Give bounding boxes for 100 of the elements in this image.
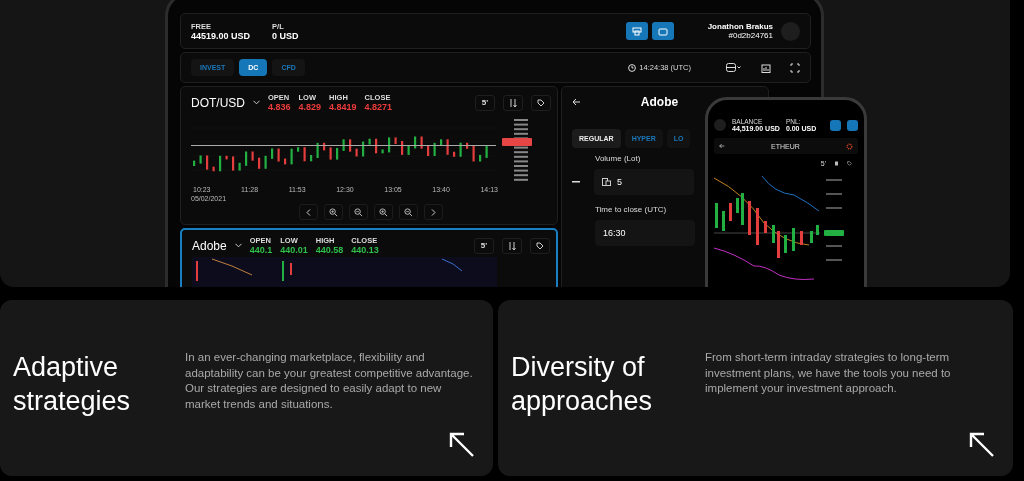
back-arrow-icon[interactable] bbox=[572, 98, 581, 106]
candle bbox=[290, 148, 293, 165]
candle bbox=[772, 225, 775, 243]
scroll-left-button[interactable] bbox=[299, 204, 318, 220]
candle bbox=[297, 147, 300, 152]
sort-icon bbox=[509, 98, 517, 107]
clock-icon bbox=[628, 63, 637, 72]
zoom-in-button[interactable] bbox=[324, 204, 343, 220]
user-name: Jonathon Brakus bbox=[707, 22, 773, 31]
candle bbox=[466, 142, 469, 149]
candle bbox=[453, 151, 456, 157]
wallet-button[interactable] bbox=[651, 22, 674, 40]
caret-icon bbox=[253, 100, 260, 105]
candle bbox=[219, 155, 222, 172]
minus-icon[interactable] bbox=[572, 181, 580, 183]
candle bbox=[459, 142, 462, 157]
zoom-in-button[interactable] bbox=[374, 204, 393, 220]
feature-title: Diversity of approaches bbox=[511, 351, 654, 418]
moving-average-line bbox=[211, 258, 253, 276]
candle bbox=[722, 211, 725, 231]
chevron-right-icon bbox=[431, 208, 436, 216]
order-title: Adobe bbox=[639, 95, 680, 109]
candle bbox=[212, 166, 215, 172]
wallet-button[interactable] bbox=[847, 119, 858, 131]
candle bbox=[206, 155, 209, 170]
candle bbox=[816, 225, 819, 235]
interval-button[interactable]: 5' bbox=[475, 94, 495, 111]
symbol-selector[interactable]: Adobe bbox=[192, 238, 227, 253]
interval-button[interactable]: 5' bbox=[474, 237, 494, 254]
stat-value: 440.01 bbox=[280, 245, 308, 255]
chevron-left-icon bbox=[306, 208, 311, 216]
symbol-selector[interactable]: DOT/USD bbox=[191, 95, 245, 110]
back-arrow-icon[interactable] bbox=[719, 143, 725, 149]
coins-icon bbox=[602, 178, 611, 186]
chart-add-icon[interactable] bbox=[761, 62, 771, 73]
candle bbox=[810, 231, 813, 243]
candle bbox=[225, 155, 228, 160]
zoom-out-button[interactable] bbox=[349, 204, 368, 220]
time-label: Time to close (UTC) bbox=[595, 205, 667, 214]
candle bbox=[381, 149, 384, 154]
deposit-button[interactable] bbox=[625, 22, 648, 40]
candle bbox=[440, 139, 443, 146]
candle bbox=[748, 201, 751, 235]
candle bbox=[756, 208, 759, 245]
zoom-in-icon bbox=[329, 207, 338, 217]
candle bbox=[232, 156, 235, 171]
tag-button[interactable] bbox=[531, 94, 551, 111]
stat-value: 4.8271 bbox=[364, 102, 393, 112]
feature-text: In an ever-changing marketplace, flexibility and adaptability can be your greatest competitive advantage. Our strategies are designed to easily adapt to new market trends and situations. bbox=[185, 350, 474, 412]
feature-title: Adaptive strategies bbox=[13, 351, 132, 418]
candle bbox=[329, 147, 332, 160]
candle bbox=[362, 141, 365, 157]
arrow-up-left-icon[interactable] bbox=[448, 431, 475, 458]
pl-value: 0 USD bbox=[272, 30, 299, 41]
sort-button[interactable] bbox=[502, 237, 522, 254]
candle bbox=[277, 148, 280, 162]
stat-value: 440.1 bbox=[249, 245, 273, 255]
candle bbox=[736, 198, 739, 213]
candle bbox=[323, 142, 326, 151]
gear-icon[interactable] bbox=[846, 142, 853, 150]
candle bbox=[420, 136, 423, 149]
layout-icon[interactable] bbox=[726, 63, 742, 72]
time-select[interactable]: 16:30 bbox=[595, 220, 695, 246]
candle bbox=[800, 231, 803, 245]
stat-value: 4.8419 bbox=[329, 102, 357, 112]
candle bbox=[741, 193, 744, 225]
candle bbox=[729, 203, 732, 221]
candle bbox=[784, 235, 787, 253]
band-line bbox=[441, 258, 463, 272]
band-line bbox=[761, 175, 820, 212]
atm-icon bbox=[631, 26, 642, 36]
candle bbox=[336, 147, 339, 160]
caret-icon bbox=[234, 243, 242, 248]
candle-icon[interactable] bbox=[834, 161, 839, 166]
fullscreen-icon[interactable] bbox=[790, 62, 800, 73]
stat-value: 440.58 bbox=[315, 245, 344, 255]
scroll-right-button[interactable] bbox=[424, 204, 443, 220]
arrow-up-left-icon[interactable] bbox=[968, 431, 995, 458]
volume-field[interactable]: 5 bbox=[594, 169, 694, 195]
sort-button[interactable] bbox=[503, 94, 523, 111]
candle bbox=[264, 155, 267, 169]
candle bbox=[479, 154, 482, 162]
volume-label: Volume (Lot) bbox=[595, 154, 641, 163]
tag-icon bbox=[537, 98, 545, 107]
tag-button[interactable] bbox=[530, 237, 550, 254]
candle bbox=[245, 151, 248, 166]
zoom-out-icon bbox=[404, 207, 413, 217]
candle bbox=[355, 148, 358, 157]
candle bbox=[388, 137, 391, 153]
candle bbox=[407, 145, 410, 155]
candle bbox=[446, 139, 449, 155]
candle bbox=[310, 155, 313, 162]
stat-value: 440.13 bbox=[351, 245, 379, 255]
candle bbox=[368, 138, 371, 145]
price-tag bbox=[824, 230, 844, 236]
zoom-out-button[interactable] bbox=[399, 204, 418, 220]
candle bbox=[349, 139, 352, 152]
zoom-in-icon bbox=[379, 207, 388, 217]
tag-icon[interactable] bbox=[847, 161, 852, 166]
candle bbox=[764, 221, 767, 233]
